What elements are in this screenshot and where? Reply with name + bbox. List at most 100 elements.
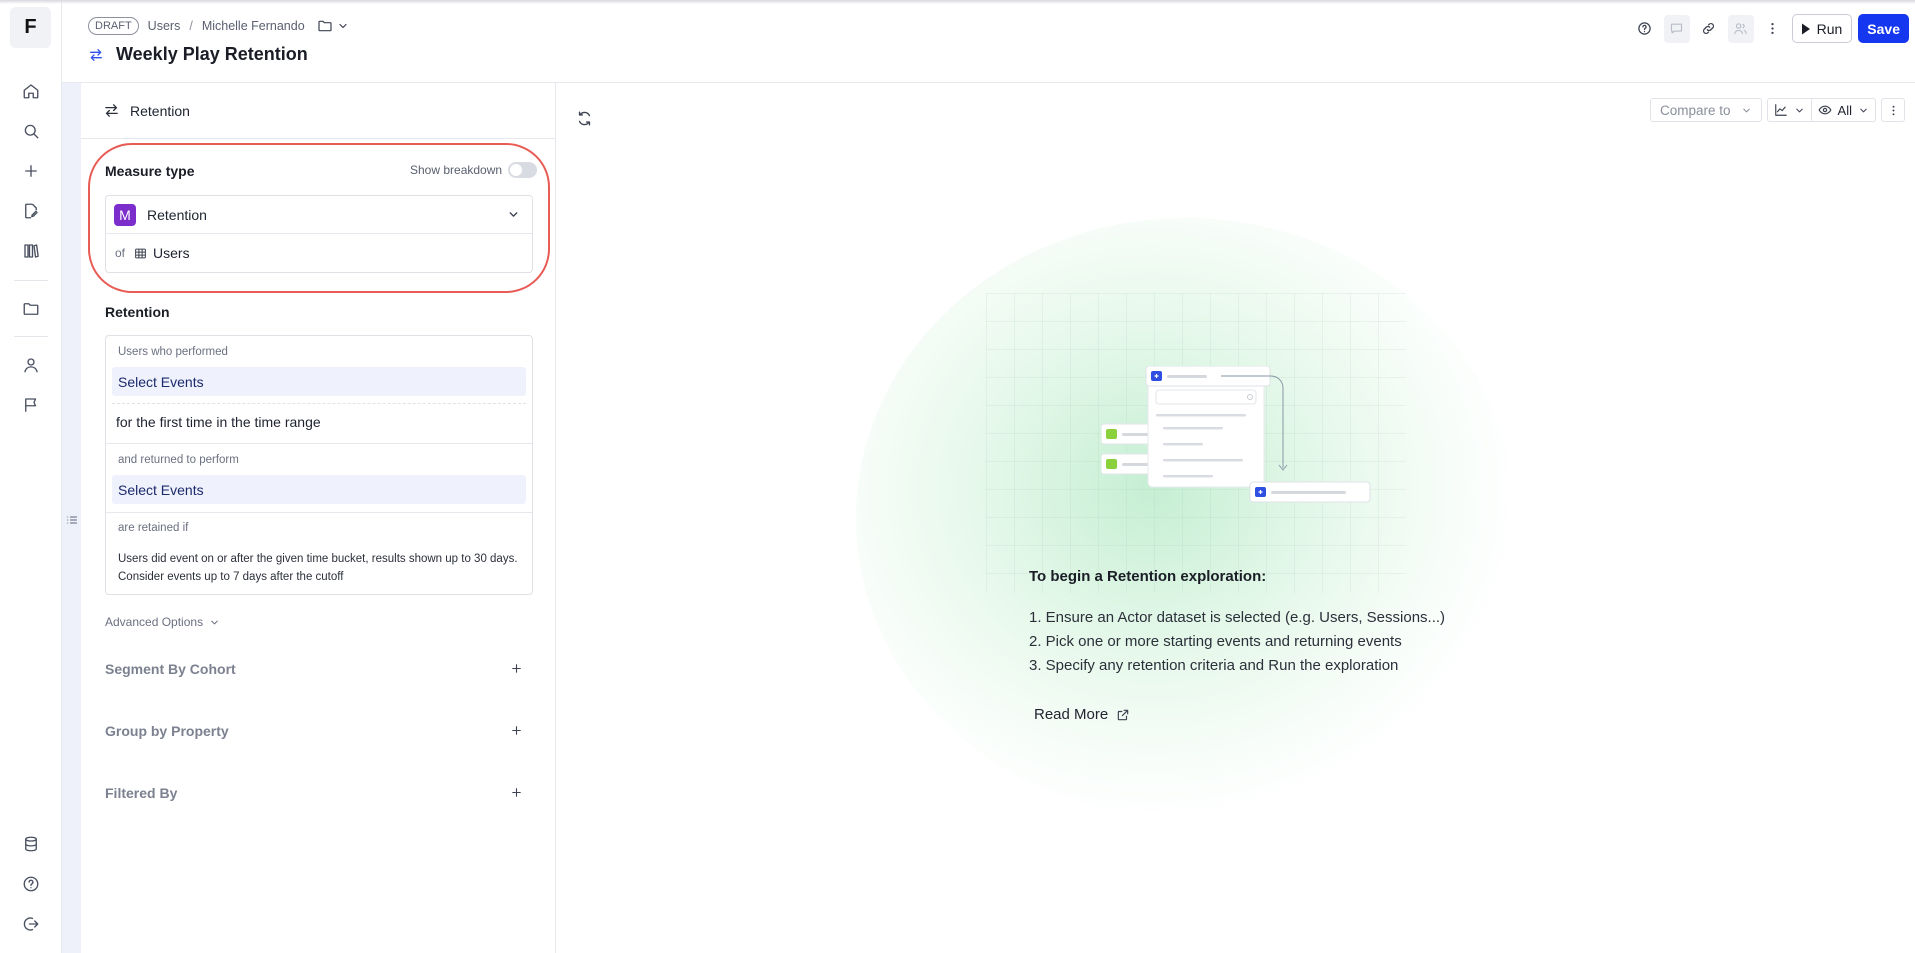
line-chart-icon xyxy=(1774,103,1788,117)
help-step: 2. Pick one or more starting events and … xyxy=(1029,633,1402,650)
run-label: Run xyxy=(1816,20,1843,37)
search-icon[interactable] xyxy=(16,116,46,146)
measure-box: M Retention of Users xyxy=(105,195,533,273)
list-icon[interactable] xyxy=(66,514,78,526)
retention-criteria[interactable]: Users did event on or after the given ti… xyxy=(118,550,518,586)
read-more-link[interactable]: Read More xyxy=(1034,706,1130,723)
filtered-by-section[interactable]: Filtered By xyxy=(105,783,533,803)
external-link-icon xyxy=(1116,708,1130,722)
performed-label: Users who performed xyxy=(118,346,228,358)
first-time-condition[interactable]: for the first time in the time range xyxy=(116,414,321,430)
help-step: 3. Specify any retention criteria and Ru… xyxy=(1029,657,1399,674)
empty-state-help: To begin a Retention exploration: 1. Ens… xyxy=(1029,568,1549,678)
help-title: To begin a Retention exploration: xyxy=(1029,568,1267,585)
comment-icon[interactable] xyxy=(1663,14,1690,43)
main-toolbar: Compare to All xyxy=(1650,98,1905,122)
page-header: DRAFT Users / Michelle Fernando Weekly P… xyxy=(62,0,1915,83)
visibility-select[interactable]: All xyxy=(1810,99,1875,121)
compare-label: Compare to xyxy=(1660,102,1731,118)
plus-icon[interactable] xyxy=(510,724,523,737)
user-icon[interactable] xyxy=(16,350,46,380)
database-icon[interactable] xyxy=(16,829,46,859)
more-vertical-icon[interactable] xyxy=(1881,98,1905,122)
section-label: Group by Property xyxy=(105,723,229,739)
show-breakdown: Show breakdown xyxy=(410,162,538,178)
eye-icon xyxy=(1818,103,1832,117)
chevron-down-icon xyxy=(209,617,220,628)
library-icon[interactable] xyxy=(16,236,46,266)
start-events-select[interactable]: Select Events xyxy=(112,367,526,396)
page-title[interactable]: Weekly Play Retention xyxy=(116,44,308,65)
save-button[interactable]: Save xyxy=(1858,14,1909,43)
run-button[interactable]: Run xyxy=(1791,14,1853,43)
divider xyxy=(106,512,532,513)
breakdown-label: Show breakdown xyxy=(410,163,503,177)
chevron-down-icon[interactable] xyxy=(337,20,349,32)
breadcrumb-item[interactable]: Users xyxy=(148,19,181,33)
top-shadow xyxy=(0,0,1915,4)
breadcrumb: DRAFT Users / Michelle Fernando xyxy=(88,16,349,36)
help-icon[interactable] xyxy=(1632,15,1658,43)
retention-illustration xyxy=(1101,366,1371,503)
home-icon[interactable] xyxy=(16,76,46,106)
help-step: 1. Ensure an Actor dataset is selected (… xyxy=(1029,609,1446,626)
chevron-down-icon xyxy=(1741,105,1752,116)
chart-type-select[interactable] xyxy=(1768,99,1811,121)
visibility-label: All xyxy=(1837,102,1852,118)
retention-box: Users who performed Select Events for th… xyxy=(105,335,533,595)
plus-icon[interactable] xyxy=(16,156,46,186)
plus-icon[interactable] xyxy=(510,662,523,675)
help-icon[interactable] xyxy=(16,869,46,899)
advanced-options-label: Advanced Options xyxy=(105,615,204,629)
header-actions: Run Save xyxy=(1632,14,1909,43)
panel-header: Retention xyxy=(81,83,555,139)
measure-selected: Retention xyxy=(147,206,207,223)
compare-to-select[interactable]: Compare to xyxy=(1650,98,1762,122)
plus-icon[interactable] xyxy=(510,786,523,799)
breakdown-toggle[interactable] xyxy=(508,162,538,178)
retention-swap-icon xyxy=(88,47,104,63)
advanced-options-toggle[interactable]: Advanced Options xyxy=(105,615,220,629)
chevron-down-icon xyxy=(1858,105,1869,116)
dataset-select[interactable]: of Users xyxy=(106,234,532,272)
return-events-select[interactable]: Select Events xyxy=(112,475,526,504)
section-label: Segment By Cohort xyxy=(105,661,236,677)
title-row: Weekly Play Retention xyxy=(88,44,308,65)
app-logo[interactable]: F xyxy=(10,7,51,48)
measure-badge: M xyxy=(114,203,136,226)
refresh-icon[interactable] xyxy=(576,110,593,127)
divider xyxy=(112,403,526,404)
section-label: Filtered By xyxy=(105,785,178,801)
group-by-property-section[interactable]: Group by Property xyxy=(105,721,533,741)
chevron-down-icon xyxy=(1794,105,1805,116)
rail-divider xyxy=(14,336,48,337)
view-controls: All xyxy=(1766,98,1876,122)
retained-label: are retained if xyxy=(118,522,189,534)
rail-divider xyxy=(14,280,48,281)
more-vertical-icon[interactable] xyxy=(1760,15,1786,43)
left-nav-rail: F xyxy=(0,0,62,953)
folder-icon[interactable] xyxy=(317,18,333,34)
measure-type-label: Measure type xyxy=(105,163,195,179)
query-panel: Retention Measure type Show breakdown M … xyxy=(81,83,556,953)
breadcrumb-item[interactable]: Michelle Fernando xyxy=(202,19,305,33)
edit-document-icon[interactable] xyxy=(16,196,46,226)
table-icon xyxy=(134,247,147,260)
main-canvas: Compare to All To begin a Retention expl… xyxy=(556,83,1915,953)
panel-title: Retention xyxy=(130,102,190,119)
share-users-icon[interactable] xyxy=(1727,14,1754,43)
breadcrumb-separator: / xyxy=(189,19,193,33)
read-more-label: Read More xyxy=(1034,706,1109,723)
of-label: of xyxy=(115,246,126,260)
retention-swap-icon xyxy=(103,102,120,119)
measure-type-select[interactable]: M Retention xyxy=(106,196,532,234)
dataset-name: Users xyxy=(153,245,190,261)
panel-gutter xyxy=(62,83,81,953)
link-icon[interactable] xyxy=(1696,15,1722,43)
divider xyxy=(106,443,532,444)
logout-icon[interactable] xyxy=(16,909,46,939)
flag-icon[interactable] xyxy=(16,390,46,420)
folder-icon[interactable] xyxy=(16,294,46,324)
retention-section-label: Retention xyxy=(105,304,170,320)
segment-by-cohort-section[interactable]: Segment By Cohort xyxy=(105,659,533,679)
